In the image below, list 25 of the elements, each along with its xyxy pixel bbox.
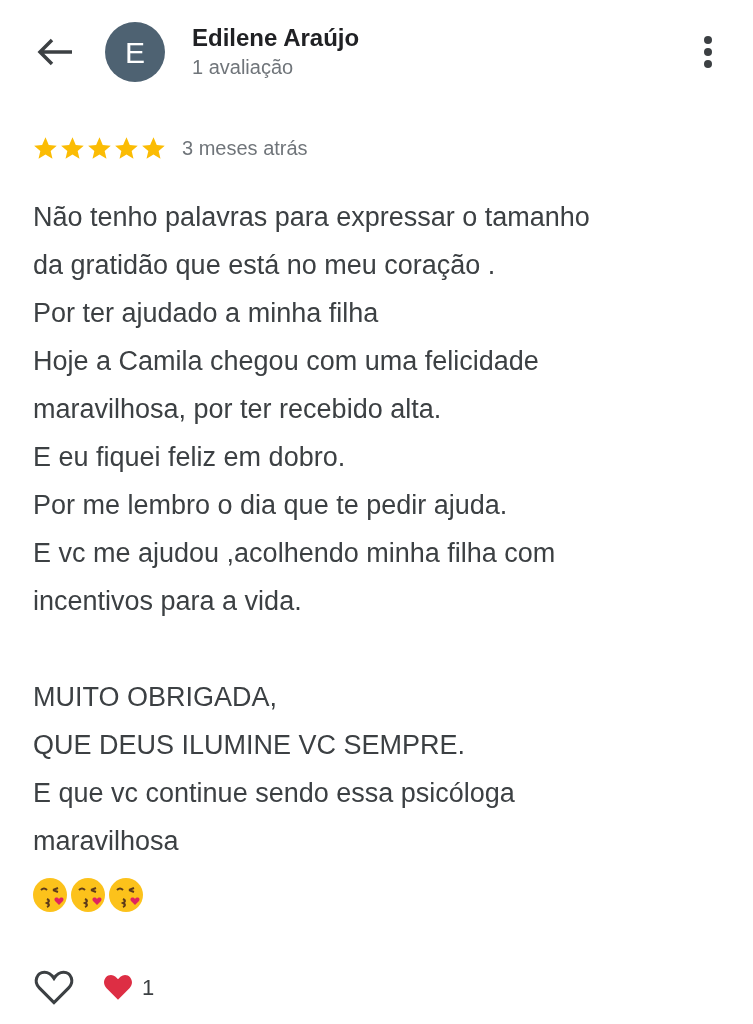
review-text-line: incentivos para a vida. <box>33 585 303 618</box>
like-heart-icon[interactable] <box>33 968 75 1006</box>
review-text-line: maravilhosa <box>33 825 180 858</box>
review-text-line: Não tenho palavras para expressar o tamanho <box>33 201 591 234</box>
review-text-line: E que vc continue sendo essa psicóloga <box>33 777 516 810</box>
review-text-line: Por me lembro o dia que te pedir ajuda. <box>33 489 509 522</box>
review-count: 1 avaliação <box>192 55 295 80</box>
back-arrow-icon[interactable] <box>36 37 74 67</box>
review-text-line: maravilhosa, por ter recebido alta. <box>33 393 443 426</box>
heart-count: 1 <box>142 973 155 1002</box>
more-options-icon[interactable] <box>703 35 713 69</box>
review-text-line: E vc me ajudou ,acolhendo minha filha com <box>33 537 557 570</box>
avatar: E <box>105 22 165 82</box>
kissing-face-icon <box>70 877 106 913</box>
review-text-line: E eu fiquei feliz em dobro. <box>33 441 347 474</box>
review-text-line: Por ter ajudado a minha filha <box>33 297 380 330</box>
review-text-line: da gratidão que está no meu coração . <box>33 249 497 282</box>
reviewer-name: Edilene Araújo <box>192 23 360 53</box>
review-time: 3 meses atrás <box>182 136 308 161</box>
heart-reaction-icon <box>102 973 134 1001</box>
review-text-line: MUITO OBRIGADA, <box>33 681 279 714</box>
review-text-line: QUE DEUS ILUMINE VC SEMPRE. <box>33 729 467 762</box>
kissing-face-icon <box>32 877 68 913</box>
review-text-line: Hoje a Camila chegou com uma felicidade <box>33 345 540 378</box>
kissing-face-icon <box>108 877 144 913</box>
